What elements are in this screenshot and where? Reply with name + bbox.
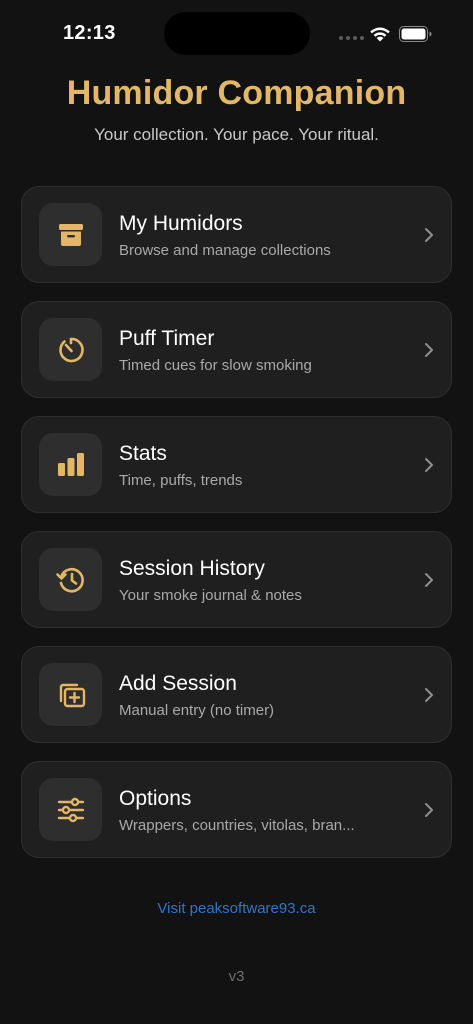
menu-item-title: Stats (119, 442, 167, 465)
menu-item-subtitle: Wrappers, countries, vitolas, bran... (119, 817, 355, 834)
website-link[interactable]: Visit peaksoftware93.ca (0, 900, 473, 917)
menu-item-title: Options (119, 787, 192, 810)
menu-item-subtitle: Browse and manage collections (119, 242, 331, 259)
menu-item-title: Puff Timer (119, 327, 215, 350)
chevron-right-icon (425, 458, 433, 472)
menu-item-title: Add Session (119, 672, 237, 695)
dynamic-island (164, 12, 310, 55)
menu-item-subtitle: Time, puffs, trends (119, 472, 243, 489)
chevron-right-icon (425, 803, 433, 817)
menu-item-subtitle: Manual entry (no timer) (119, 702, 275, 719)
wifi-icon (370, 27, 390, 42)
menu-item-stats[interactable]: Stats Time, puffs, trends (21, 416, 452, 513)
app-subtitle: Your collection. Your pace. Your ritual. (94, 125, 379, 144)
chevron-right-icon (425, 688, 433, 702)
status-time: 12:13 (63, 22, 116, 44)
timer-icon (39, 318, 102, 381)
status-bar: 12:13 (0, 0, 473, 60)
menu-item-subtitle: Your smoke journal & notes (119, 587, 302, 604)
app-title: Humidor Companion (66, 74, 407, 112)
menu-item-puff-timer[interactable]: Puff Timer Timed cues for slow smoking (21, 301, 452, 398)
menu-item-session-history[interactable]: Session History Your smoke journal & not… (21, 531, 452, 628)
chevron-right-icon (425, 343, 433, 357)
battery-icon (399, 26, 432, 42)
chevron-right-icon (425, 573, 433, 587)
archive-box-icon (39, 203, 102, 266)
menu-item-title: Session History (119, 557, 265, 580)
main-menu: My Humidors Browse and manage collection… (21, 186, 452, 876)
cellular-signal-icon (339, 36, 364, 40)
menu-item-options[interactable]: Options Wrappers, countries, vitolas, br… (21, 761, 452, 858)
bar-chart-icon (39, 433, 102, 496)
version-label: v3 (228, 968, 245, 985)
history-clock-icon (39, 548, 102, 611)
sliders-icon (39, 778, 102, 841)
menu-item-my-humidors[interactable]: My Humidors Browse and manage collection… (21, 186, 452, 283)
menu-item-add-session[interactable]: Add Session Manual entry (no timer) (21, 646, 452, 743)
menu-item-subtitle: Timed cues for slow smoking (119, 357, 312, 374)
add-stack-icon (39, 663, 102, 726)
chevron-right-icon (425, 228, 433, 242)
menu-item-title: My Humidors (119, 212, 243, 235)
